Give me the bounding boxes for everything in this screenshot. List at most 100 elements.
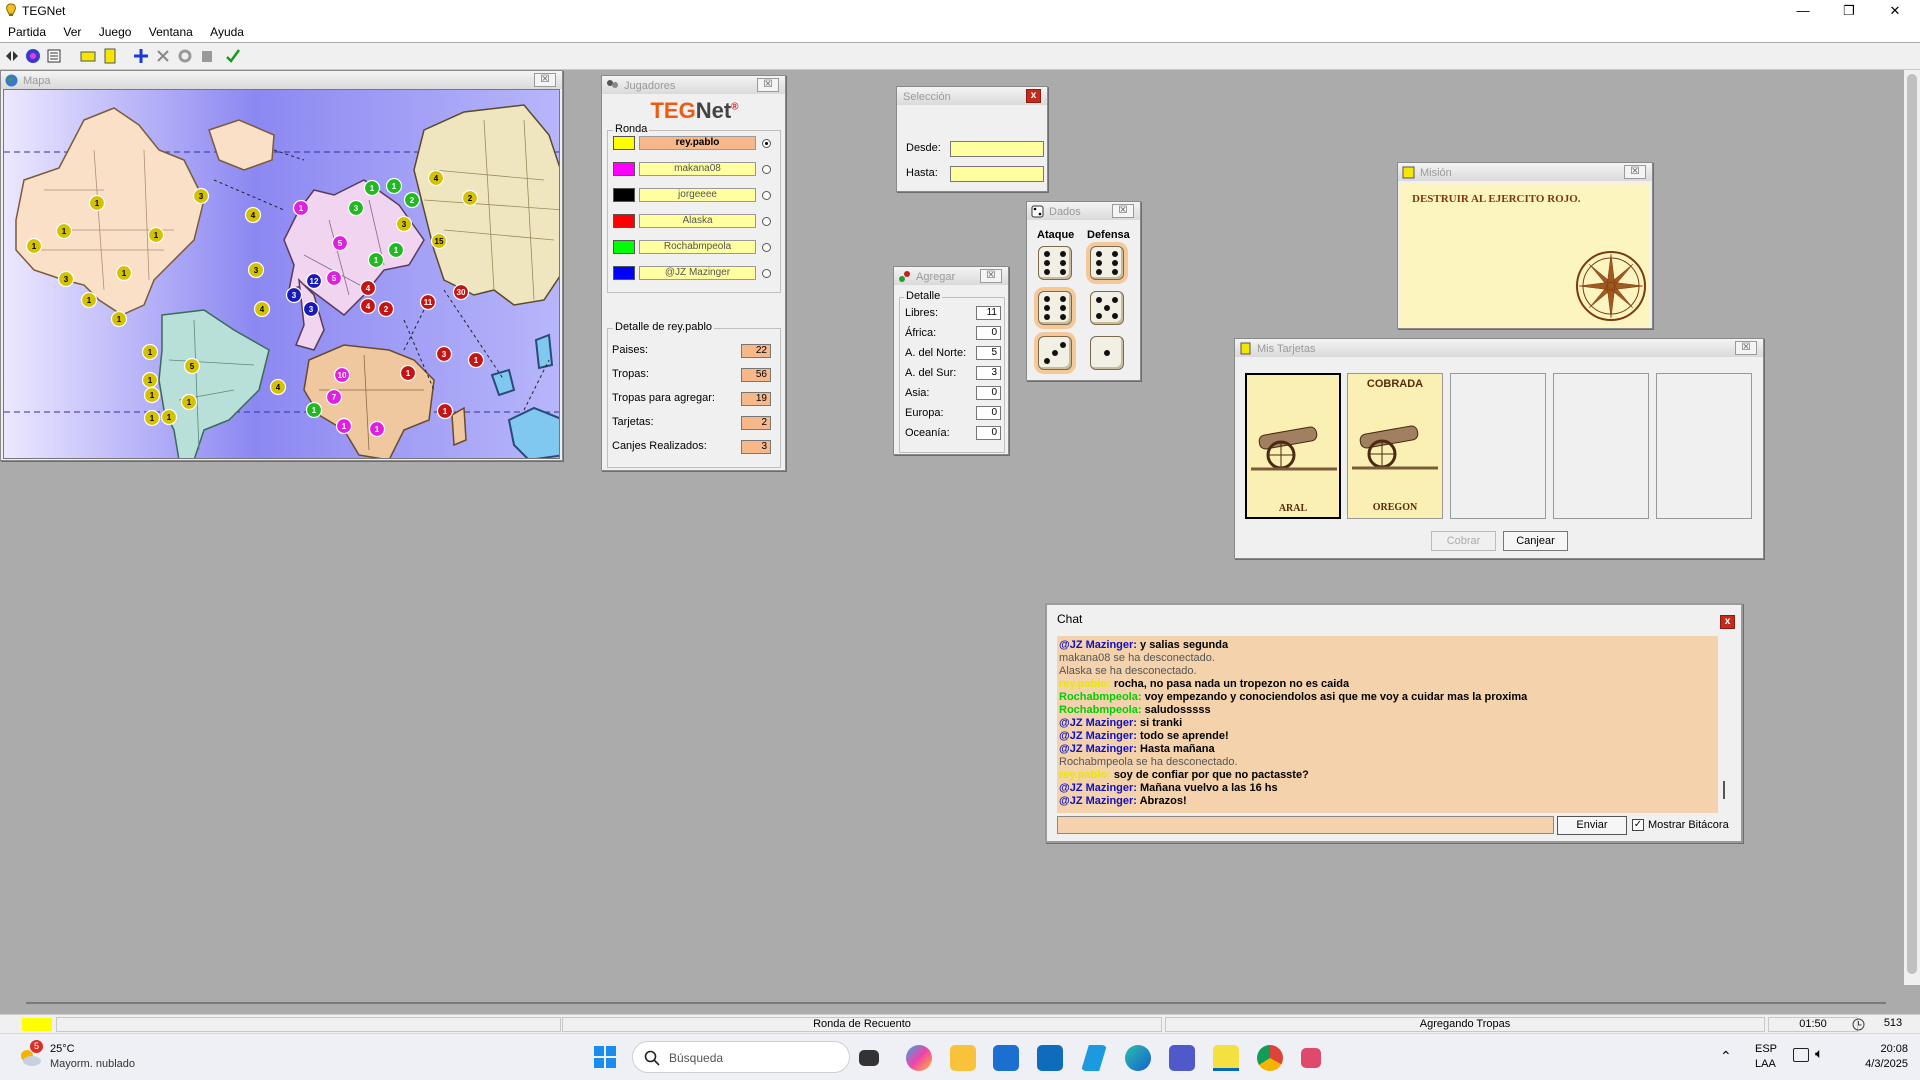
menu-juego[interactable]: Juego xyxy=(91,22,138,39)
army-marker[interactable]: 3 xyxy=(192,187,210,205)
task-view-icon[interactable] xyxy=(859,1050,879,1066)
army-marker[interactable]: 3 xyxy=(247,261,265,279)
army-marker[interactable]: 4 xyxy=(359,279,377,297)
army-marker[interactable]: 10 xyxy=(333,366,351,384)
army-marker[interactable]: 30 xyxy=(452,283,470,301)
chat-scrollbar[interactable] xyxy=(1718,636,1730,813)
player-turn-radio[interactable] xyxy=(762,191,771,200)
players-close-button[interactable]: ☒ xyxy=(757,78,779,92)
army-marker[interactable]: 1 xyxy=(141,343,159,361)
map-close-button[interactable]: ☒ xyxy=(534,73,556,87)
army-marker[interactable]: 1 xyxy=(467,351,485,369)
player-turn-radio[interactable] xyxy=(762,165,771,174)
weather-icon[interactable]: 5 xyxy=(16,1040,43,1068)
army-marker[interactable]: 1 xyxy=(88,194,106,212)
player-turn-radio[interactable] xyxy=(762,139,771,148)
army-marker[interactable]: 4 xyxy=(269,378,287,396)
world-map[interactable]: 1 3 1 1 1 3 1 1 1 1 4 3 4 1 5 5 12 3 3 1 1 4 3 2 3 1 15 1 2 4 4 2 11 30 1 5… xyxy=(3,89,560,459)
dice-close-button[interactable]: ☒ xyxy=(1112,204,1134,218)
army-marker[interactable]: 3 xyxy=(302,300,320,318)
teams-icon[interactable] xyxy=(1169,1045,1195,1071)
taskbar-search[interactable]: Búsqueda xyxy=(632,1041,850,1073)
card-slot-5[interactable] xyxy=(1656,373,1752,519)
card-slot-1[interactable]: ARAL xyxy=(1245,373,1341,519)
army-marker[interactable]: 12 xyxy=(305,272,323,290)
army-marker[interactable]: 1 xyxy=(141,371,159,389)
hasta-field[interactable] xyxy=(950,166,1044,182)
cancel-icon[interactable] xyxy=(153,46,173,66)
show-log-checkbox[interactable]: ✓ xyxy=(1632,819,1644,831)
army-marker[interactable]: 1 xyxy=(80,291,98,309)
card-slot-2[interactable]: COBRADA OREGON xyxy=(1347,373,1443,519)
army-marker[interactable]: 2 xyxy=(377,300,395,318)
edge-icon[interactable] xyxy=(1125,1045,1151,1071)
snipping-icon[interactable] xyxy=(1301,1048,1321,1068)
azure-icon[interactable] xyxy=(1081,1045,1107,1071)
store-icon[interactable] xyxy=(993,1045,1019,1071)
army-marker[interactable]: 15 xyxy=(430,232,448,250)
player-turn-radio[interactable] xyxy=(762,243,771,252)
cards-close-button[interactable]: ☒ xyxy=(1735,341,1757,355)
chat-input[interactable] xyxy=(1057,816,1554,834)
chevron-up-icon[interactable]: ⌃ xyxy=(1720,1048,1732,1065)
army-marker[interactable]: 3 xyxy=(395,215,413,233)
card-icon[interactable] xyxy=(78,46,98,66)
army-marker[interactable]: 4 xyxy=(427,169,445,187)
army-marker[interactable]: 5 xyxy=(325,269,343,287)
army-marker[interactable]: 1 xyxy=(180,393,198,411)
army-marker[interactable]: 1 xyxy=(292,199,310,217)
army-marker[interactable]: 1 xyxy=(436,402,454,420)
menu-ver[interactable]: Ver xyxy=(55,22,87,39)
menu-ventana[interactable]: Ventana xyxy=(141,22,199,39)
army-marker[interactable]: 3 xyxy=(347,199,365,217)
card-slot-3[interactable] xyxy=(1450,373,1546,519)
clock-time[interactable]: 20:08 xyxy=(1858,1043,1908,1055)
army-marker[interactable]: 2 xyxy=(461,189,479,207)
army-marker[interactable]: 3 xyxy=(285,286,303,304)
army-marker[interactable]: 3 xyxy=(435,345,453,363)
copilot-icon[interactable] xyxy=(906,1045,932,1071)
player-turn-radio[interactable] xyxy=(762,269,771,278)
layout-indicator[interactable]: LAA xyxy=(1755,1058,1776,1070)
chat-close-button[interactable]: x xyxy=(1720,615,1735,629)
army-marker[interactable]: 1 xyxy=(115,264,133,282)
army-marker[interactable]: 7 xyxy=(325,388,343,406)
army-marker[interactable]: 1 xyxy=(385,177,403,195)
army-marker[interactable]: 4 xyxy=(359,297,377,315)
army-marker[interactable]: 1 xyxy=(143,386,161,404)
chat-scroll-thumb[interactable] xyxy=(1723,781,1725,799)
connect-icon[interactable] xyxy=(2,46,22,66)
list-icon[interactable] xyxy=(44,46,64,66)
globe-icon[interactable] xyxy=(23,46,43,66)
send-button[interactable]: Enviar xyxy=(1557,816,1627,835)
desde-field[interactable] xyxy=(950,141,1044,157)
mission-icon[interactable] xyxy=(100,46,120,66)
army-marker[interactable]: 1 xyxy=(110,310,128,328)
army-marker[interactable]: 1 xyxy=(367,251,385,269)
speaker-icon[interactable]: 🔈︎ xyxy=(1815,1045,1823,1062)
close-window-button[interactable]: ✕ xyxy=(1872,0,1918,22)
army-marker[interactable]: 1 xyxy=(147,226,165,244)
check-icon[interactable] xyxy=(223,46,243,66)
player-turn-radio[interactable] xyxy=(762,217,771,226)
army-marker[interactable]: 1 xyxy=(368,420,386,438)
scrollbar-thumb[interactable] xyxy=(1907,74,1917,974)
army-marker[interactable]: 2 xyxy=(403,191,421,209)
army-marker[interactable]: 1 xyxy=(305,401,323,419)
settings-icon[interactable] xyxy=(175,46,195,66)
add-army-icon[interactable] xyxy=(131,46,151,66)
army-marker[interactable]: 5 xyxy=(331,234,349,252)
army-marker[interactable]: 3 xyxy=(57,270,75,288)
selection-close-button[interactable]: x xyxy=(1026,89,1041,103)
lang-indicator[interactable]: ESP xyxy=(1755,1043,1777,1055)
start-button[interactable] xyxy=(594,1046,616,1068)
chrome-icon[interactable] xyxy=(1257,1045,1283,1071)
army-marker[interactable]: 1 xyxy=(387,241,405,259)
army-marker[interactable]: 1 xyxy=(363,179,381,197)
card-slot-4[interactable] xyxy=(1553,373,1649,519)
army-marker[interactable]: 4 xyxy=(244,206,262,224)
tegnet-icon[interactable] xyxy=(1213,1045,1239,1071)
army-marker[interactable]: 1 xyxy=(25,237,43,255)
minimize-button[interactable]: — xyxy=(1780,0,1826,22)
army-marker[interactable]: 11 xyxy=(419,293,437,311)
